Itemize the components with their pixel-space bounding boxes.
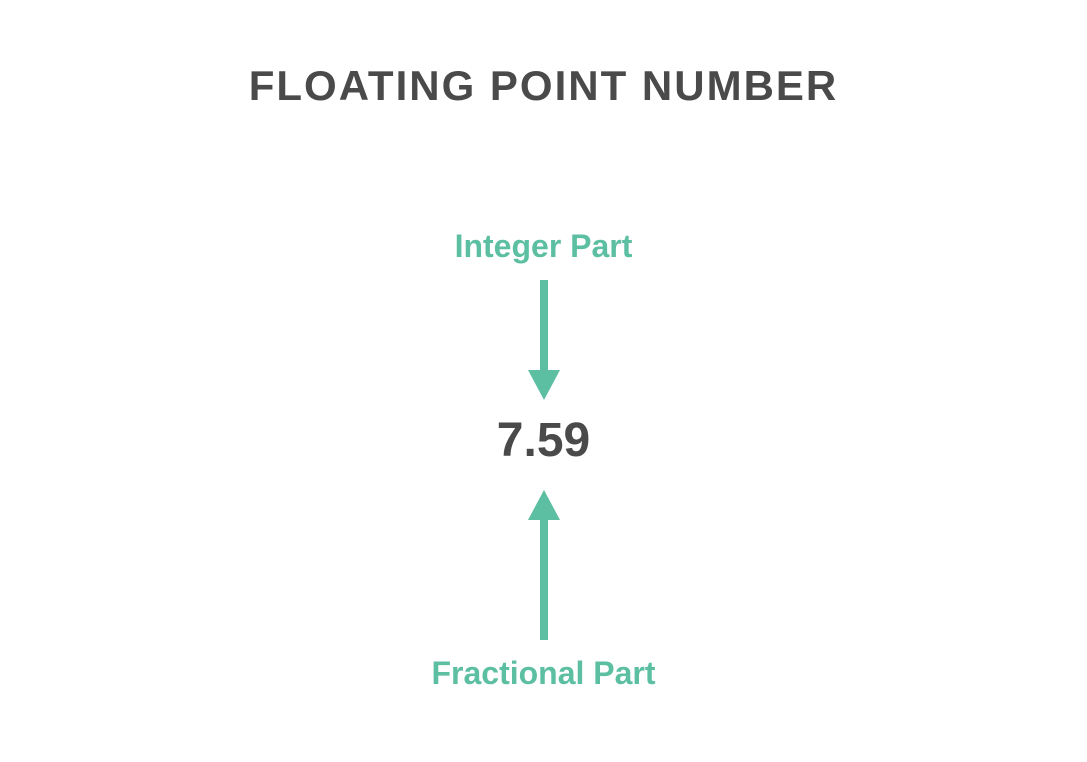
integer-part-label: Integer Part (0, 228, 1087, 265)
arrow-down-icon (524, 280, 564, 405)
fractional-part-label: Fractional Part (0, 655, 1087, 692)
arrow-up-icon (524, 490, 564, 645)
float-number-value: 7.59 (0, 413, 1087, 468)
diagram-title: FLOATING POINT NUMBER (0, 62, 1087, 110)
